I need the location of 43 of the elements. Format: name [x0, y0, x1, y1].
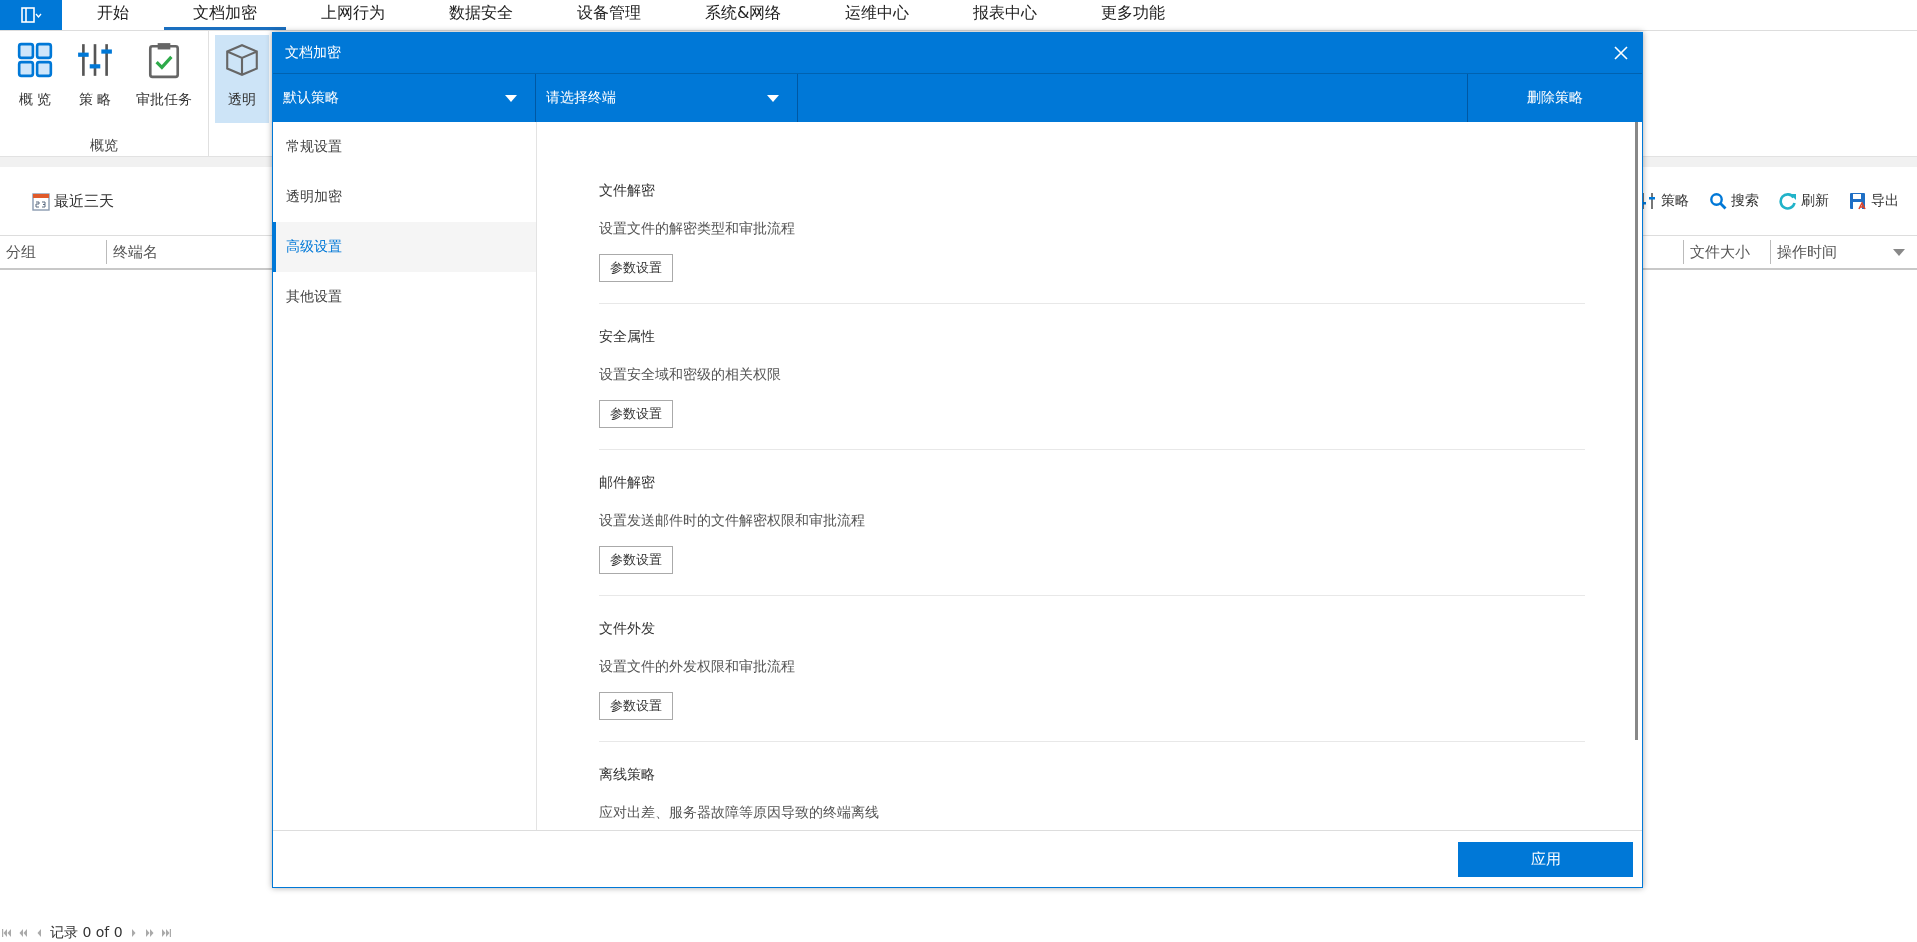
record-count: 记录 0 of 0	[50, 924, 123, 942]
section-description: 应对出差、服务器故障等原因导致的终端离线	[599, 804, 879, 822]
nav-item[interactable]: 其他设置	[272, 272, 536, 322]
toolbar-button[interactable]: 搜索	[1703, 191, 1765, 211]
section-title: 文件外发	[599, 620, 655, 638]
menu-tab[interactable]: 上网行为	[292, 0, 414, 30]
column-header[interactable]: 文件大小	[1683, 240, 1771, 264]
dialog-title: 文档加密	[285, 44, 341, 62]
section-description: 设置文件的外发权限和审批流程	[599, 658, 795, 676]
menu-tab[interactable]: 数据安全	[420, 0, 542, 30]
section-title: 安全属性	[599, 328, 655, 346]
section-title: 离线策略	[599, 766, 655, 784]
column-header[interactable]: 终端名	[107, 240, 239, 264]
menu-tab[interactable]: 文档加密	[164, 0, 286, 30]
menu-tab[interactable]: 报表中心	[944, 0, 1067, 30]
settings-button[interactable]: 参数设置	[599, 400, 673, 428]
section-title: 文件解密	[599, 182, 655, 200]
settings-button[interactable]: 参数设置	[599, 546, 673, 574]
apply-button[interactable]: 应用	[1458, 841, 1633, 877]
section-description: 设置发送邮件时的文件解密权限和审批流程	[599, 512, 865, 530]
ribbon-button[interactable]: 概 览	[8, 35, 62, 123]
section-title: 邮件解密	[599, 474, 655, 492]
toolbar-button[interactable]: 导出	[1843, 191, 1905, 211]
settings-button[interactable]: 参数设置	[599, 254, 673, 282]
ribbon-button[interactable]: 透明	[215, 35, 269, 123]
toolbar-button[interactable]: 刷新	[1773, 191, 1835, 211]
ribbon-button[interactable]: 策 略	[68, 35, 122, 123]
settings-button[interactable]: 参数设置	[599, 692, 673, 720]
nav-item[interactable]: 透明加密	[272, 172, 536, 222]
column-header[interactable]: 操作时间	[1771, 240, 1893, 264]
section-description: 设置安全域和密级的相关权限	[599, 366, 781, 384]
date-range-button[interactable]: 最近三天	[26, 190, 120, 212]
ribbon-button[interactable]: 审批任务	[128, 35, 200, 123]
section-description: 设置文件的解密类型和审批流程	[599, 220, 795, 238]
menu-tab[interactable]: 设备管理	[548, 0, 670, 30]
menu-tab[interactable]: 运维中心	[816, 0, 939, 30]
menu-tab[interactable]: 系统&网络	[676, 0, 811, 30]
column-header[interactable]: 分组	[0, 240, 107, 264]
nav-item[interactable]: 常规设置	[272, 122, 536, 172]
nav-item[interactable]: 高级设置	[272, 222, 536, 272]
group-label: 概览	[89, 136, 119, 155]
menu-tab[interactable]: 更多功能	[1072, 0, 1195, 30]
menu-tab[interactable]: 开始	[68, 0, 158, 30]
